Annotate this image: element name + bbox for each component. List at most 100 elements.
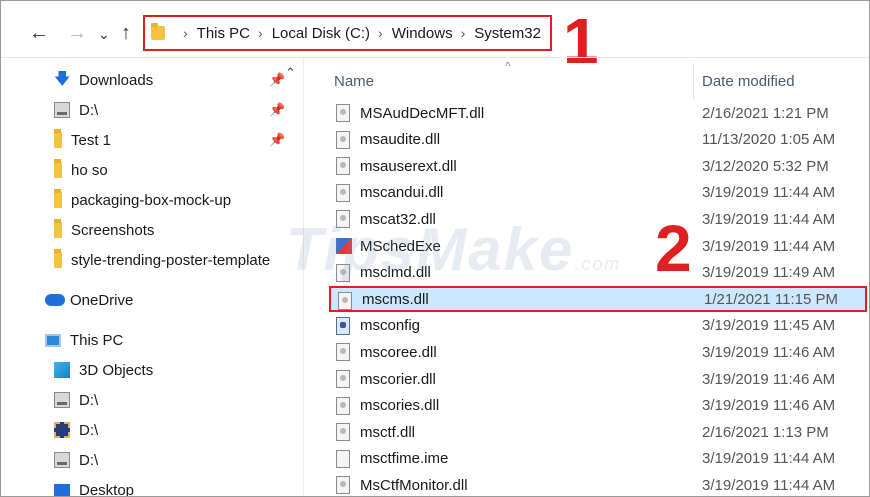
sidebar-item-label: OneDrive bbox=[70, 291, 134, 309]
file-row[interactable]: MSAudDecMFT.dll 2/16/2021 1:21 PM bbox=[329, 100, 867, 126]
sidebar-item[interactable]: 3D Objects bbox=[1, 356, 289, 384]
file-date-modified: 3/19/2019 11:44 AM bbox=[702, 450, 836, 468]
sidebar-item[interactable]: Test 1 📌 bbox=[1, 126, 289, 154]
watermark-suffix: .com bbox=[574, 254, 622, 274]
file-row[interactable]: msctf.dll 2/16/2021 1:13 PM bbox=[329, 419, 867, 445]
breadcrumb-label: System32 bbox=[474, 24, 541, 42]
chevron-right-icon[interactable]: › bbox=[183, 25, 188, 41]
file-icon bbox=[338, 292, 352, 311]
file-row[interactable]: mscoree.dll 3/19/2019 11:46 AM bbox=[329, 339, 867, 365]
file-row[interactable]: msconfig 3/19/2019 11:45 AM bbox=[329, 313, 867, 339]
file-date-modified: 3/19/2019 11:49 AM bbox=[702, 264, 836, 282]
sidebar-item-label: Desktop bbox=[79, 481, 135, 497]
breadcrumb-item[interactable]: › Windows bbox=[370, 25, 453, 42]
breadcrumb-item[interactable]: › This PC bbox=[175, 25, 250, 42]
sidebar-item-label: style-trending-poster-template bbox=[71, 251, 271, 269]
breadcrumb-item[interactable]: › Local Disk (C:) bbox=[250, 25, 370, 42]
file-icon bbox=[336, 396, 350, 415]
file-date-modified: 2/16/2021 1:13 PM bbox=[702, 423, 829, 441]
pin-icon[interactable]: 📌 bbox=[269, 72, 285, 88]
chevron-right-icon[interactable]: › bbox=[258, 25, 263, 41]
sort-ascending-icon: ^ bbox=[505, 59, 511, 73]
file-icon bbox=[336, 449, 350, 468]
file-name: msauserext.dll bbox=[360, 157, 457, 175]
pin-icon[interactable]: 📌 bbox=[269, 132, 285, 148]
annotation-step-1: 1 bbox=[563, 5, 599, 77]
sidebar-item-label: Test 1 bbox=[71, 131, 112, 149]
sidebar-item-label: packaging-box-mock-up bbox=[71, 191, 232, 209]
sidebar-item-label: 3D Objects bbox=[79, 361, 154, 379]
computer-icon bbox=[45, 333, 61, 347]
file-date-modified: 3/19/2019 11:44 AM bbox=[702, 210, 836, 228]
film-icon bbox=[54, 422, 70, 438]
sidebar-item[interactable]: D:\ bbox=[1, 386, 289, 414]
sidebar-item[interactable]: This PC bbox=[1, 326, 289, 354]
desktop-icon bbox=[54, 484, 70, 496]
file-name: msctfime.ime bbox=[360, 450, 449, 468]
breadcrumb-label: This PC bbox=[196, 24, 251, 42]
file-row[interactable]: mscms.dll 1/21/2021 11:15 PM bbox=[329, 286, 867, 313]
sidebar-item-label: D:\ bbox=[79, 451, 99, 469]
back-button[interactable]: ← bbox=[29, 23, 49, 43]
drive-icon bbox=[54, 452, 70, 468]
file-row[interactable]: MsCtfMonitor.dll 3/19/2019 11:44 AM bbox=[329, 472, 867, 496]
column-divider[interactable] bbox=[693, 63, 694, 99]
download-icon: 🡇 bbox=[54, 71, 71, 88]
sidebar-item[interactable]: 🡇 Downloads 📌 bbox=[1, 66, 289, 94]
divider bbox=[1, 57, 869, 58]
sidebar-item[interactable]: D:\ 📌 bbox=[1, 96, 289, 124]
folder-icon bbox=[54, 129, 62, 148]
file-name: MSAudDecMFT.dll bbox=[360, 104, 485, 122]
sidebar-item[interactable]: OneDrive bbox=[1, 286, 289, 314]
sidebar-item[interactable]: Desktop bbox=[1, 476, 289, 497]
navigation-bar: ← → ⌄ ↑ › This PC › Local Disk (C:) › Windows… bbox=[1, 9, 869, 73]
file-name: msconfig bbox=[360, 317, 421, 335]
file-name: MsCtfMonitor.dll bbox=[360, 476, 468, 494]
file-icon bbox=[336, 157, 350, 176]
file-row[interactable]: msctfime.ime 3/19/2019 11:44 AM bbox=[329, 446, 867, 472]
watermark-text: TipsMake bbox=[286, 216, 575, 283]
breadcrumb-label: Local Disk (C:) bbox=[271, 24, 371, 42]
sidebar-item[interactable]: ho so bbox=[1, 156, 289, 184]
sidebar-item[interactable]: Screenshots bbox=[1, 216, 289, 244]
sidebar-item[interactable]: packaging-box-mock-up bbox=[1, 186, 289, 214]
pin-icon[interactable]: 📌 bbox=[269, 102, 285, 118]
chevron-right-icon[interactable]: › bbox=[378, 25, 383, 41]
column-header-name[interactable]: Name bbox=[334, 63, 374, 99]
file-icon bbox=[336, 104, 350, 122]
navigation-pane: 🡇 Downloads 📌 D:\ 📌 Test 1 📌 ho so packaging-box… bbox=[1, 59, 289, 497]
recent-locations-button[interactable]: ⌄ bbox=[98, 24, 110, 44]
explorer-window: ← → ⌄ ↑ › This PC › Local Disk (C:) › Windows… bbox=[0, 0, 870, 497]
file-date-modified: 3/19/2019 11:46 AM bbox=[702, 343, 836, 361]
file-icon bbox=[336, 343, 350, 362]
file-row[interactable]: msaudite.dll 11/13/2020 1:05 AM bbox=[329, 127, 867, 153]
folder-icon bbox=[54, 249, 62, 268]
sidebar-item-label: This PC bbox=[70, 331, 124, 349]
sidebar-item[interactable]: D:\ bbox=[1, 416, 289, 444]
file-icon bbox=[336, 130, 350, 149]
sidebar-item[interactable]: style-trending-poster-template bbox=[1, 246, 289, 274]
chevron-right-icon[interactable]: › bbox=[461, 25, 466, 41]
scroll-up-button[interactable]: ⌃ bbox=[285, 65, 296, 81]
sidebar-item-label: D:\ bbox=[79, 421, 99, 439]
file-date-modified: 3/19/2019 11:44 AM bbox=[702, 237, 836, 255]
file-date-modified: 3/19/2019 11:44 AM bbox=[702, 184, 836, 202]
sidebar-item-label: D:\ bbox=[79, 391, 99, 409]
address-bar[interactable]: › This PC › Local Disk (C:) › Windows › System3… bbox=[143, 15, 552, 51]
folder-icon bbox=[151, 23, 165, 40]
forward-button[interactable]: → bbox=[67, 23, 87, 43]
sidebar-item[interactable]: D:\ bbox=[1, 446, 289, 474]
file-date-modified: 3/19/2019 11:44 AM bbox=[702, 476, 836, 494]
file-date-modified: 11/13/2020 1:05 AM bbox=[702, 131, 836, 149]
file-row[interactable]: mscorier.dll 3/19/2019 11:46 AM bbox=[329, 366, 867, 392]
file-row[interactable]: mscories.dll 3/19/2019 11:46 AM bbox=[329, 393, 867, 419]
sidebar-item-label: ho so bbox=[71, 161, 108, 179]
file-date-modified: 3/19/2019 11:46 AM bbox=[702, 397, 836, 415]
folder-icon bbox=[54, 159, 62, 178]
breadcrumb-item[interactable]: › System32 bbox=[453, 25, 541, 42]
file-row[interactable]: msauserext.dll 3/12/2020 5:32 PM bbox=[329, 153, 867, 179]
file-icon bbox=[336, 476, 350, 495]
column-header-date-modified[interactable]: Date modified bbox=[702, 63, 795, 99]
up-button[interactable]: ↑ bbox=[121, 23, 131, 43]
file-row[interactable]: mscandui.dll 3/19/2019 11:44 AM bbox=[329, 180, 867, 206]
